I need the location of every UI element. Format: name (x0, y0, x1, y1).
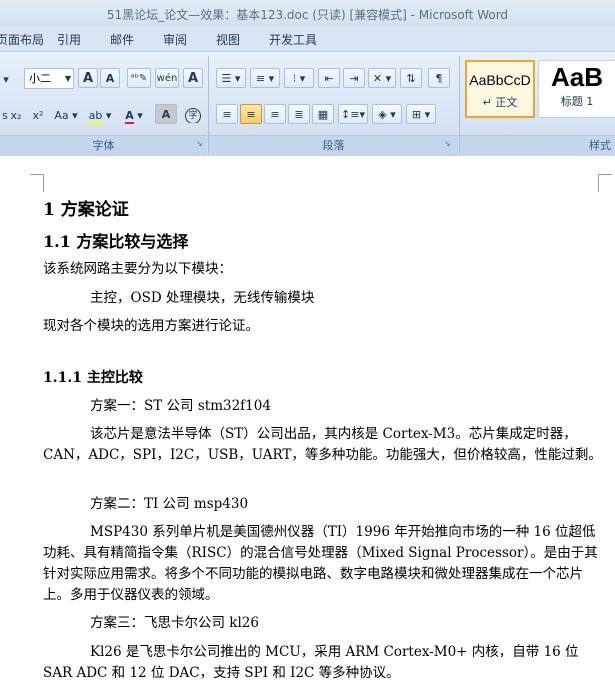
increase-indent-button[interactable]: ⇥ (343, 68, 365, 88)
option-title: 方案二：TI 公司 msp430 (90, 496, 249, 512)
align-right-button[interactable]: ≡ (264, 104, 286, 124)
font-color-button[interactable]: A ▾ (118, 105, 150, 125)
decrease-indent-button[interactable]: ⇤ (318, 68, 340, 88)
shading-button[interactable]: ◈ ▾ (372, 104, 402, 124)
margin-corner-mark (598, 174, 612, 175)
font-color-icon: A (125, 109, 134, 124)
heading-2: 1.1 方案比较与选择 (43, 232, 189, 251)
paragraph-dialog-launcher-icon[interactable]: ↘ (444, 139, 451, 148)
heading-1: 1 方案论证 (43, 200, 129, 220)
show-marks-button[interactable]: ¶ (428, 68, 450, 88)
option-description: MSP430 系列单片机是美国德州仪器（TI）1996 年开始推向市场的一种 1… (43, 524, 598, 603)
paint-bucket-icon: ◈ ▾ (378, 108, 396, 121)
ribbon-tabs: 页面布局 引用 邮件 审阅 视图 开发工具 (0, 26, 615, 51)
heading-3: 1.1.1 主控比较 (43, 370, 143, 386)
style-normal[interactable]: AaBbCcD ↵ 正文 (465, 60, 535, 118)
chinese-layout-button[interactable]: ✕ ▾ (368, 68, 396, 88)
option-title: 方案一：ST 公司 stm32f104 (90, 398, 271, 414)
line-spacing-button[interactable]: ↕≡▾ (338, 104, 368, 124)
font-size-value: 小二 (29, 72, 51, 85)
eraser-icon: ᵃᵇ✎ (130, 73, 148, 84)
style-heading-1[interactable]: AaB 标题 1 (538, 60, 615, 118)
style-name: 标题 1 (560, 95, 594, 108)
align-right-icon: ≡ (270, 108, 280, 121)
decrease-indent-icon: ⇤ (324, 72, 334, 85)
bullet-list-icon: ☰ ▾ (221, 72, 241, 85)
borders-button[interactable]: ⊞ ▾ (406, 104, 436, 124)
highlight-button[interactable]: ab ▾ (84, 105, 116, 125)
tab-review[interactable]: 审阅 (163, 31, 187, 48)
paragraph: 主控，OSD 处理模块，无线传输模块 (90, 290, 315, 306)
paragraph-group-label: 段落 (209, 135, 458, 156)
margin-corner-mark (30, 174, 43, 175)
tab-mailings[interactable]: 邮件 (110, 31, 134, 48)
border-icon: ⊞ ▾ (411, 108, 431, 121)
align-center-icon: ≡ (246, 108, 256, 121)
option-description: Kl26 是飞思卡尔公司推出的 MCU，采用 ARM Cortex-M0+ 内核… (43, 644, 579, 681)
chinese-layout-icon: ✕ ▾ (372, 72, 392, 85)
character-border-button[interactable]: A (183, 68, 203, 88)
justify-button[interactable]: ≣ (288, 104, 310, 124)
distributed-icon: ▦ (317, 108, 329, 121)
highlight-icon: ab (88, 109, 103, 124)
subscript-button[interactable]: x₂ (6, 105, 26, 125)
style-name: ↵ 正文 (482, 96, 518, 109)
tab-references[interactable]: 引用 (57, 31, 81, 48)
tab-view[interactable]: 视图 (216, 31, 240, 48)
numbered-list-icon: ≡ ▾ (255, 72, 275, 85)
font-dialog-launcher-icon[interactable]: ↘ (196, 139, 203, 148)
font-size-combo[interactable]: 小二 ▼ (24, 68, 74, 89)
shrink-font-button[interactable]: A (100, 68, 120, 88)
margin-corner-mark (43, 174, 44, 192)
character-shading-button[interactable]: A (155, 104, 177, 124)
tab-page-layout[interactable]: 页面布局 (0, 31, 44, 48)
clear-format-button[interactable]: ᵃᵇ✎ (127, 68, 151, 88)
justify-icon: ≣ (294, 108, 304, 121)
change-case-button[interactable]: Aa ▾ (52, 105, 80, 125)
styles-group-label: 样式 (460, 135, 615, 155)
enclose-character-button[interactable]: 字 (182, 104, 204, 124)
numbering-button[interactable]: ≡ ▾ (250, 68, 280, 88)
margin-corner-mark (598, 174, 599, 192)
align-left-icon: ≡ (222, 108, 232, 121)
bullets-button[interactable]: ☰ ▾ (216, 68, 246, 88)
paragraph: 现对各个模块的选用方案进行论证。 (43, 318, 259, 334)
font-name-dropdown-arrow[interactable]: ▾ (0, 69, 12, 89)
font-group-label: 字体 (0, 135, 207, 156)
tab-developer[interactable]: 开发工具 (269, 31, 317, 48)
sort-icon: ⇅ (406, 72, 416, 85)
chevron-down-icon: ▼ (64, 74, 71, 83)
sort-button[interactable]: ⇅ (400, 68, 422, 88)
multilevel-list-icon: ⁝ ▾ (292, 72, 306, 85)
superscript-button[interactable]: x² (28, 105, 48, 125)
pilcrow-icon: ¶ (435, 72, 443, 85)
phonetic-guide-button[interactable]: wén (155, 68, 179, 88)
align-left-button[interactable]: ≡ (216, 104, 238, 124)
window-title: 51黑论坛_论文—效果：基本123.doc (只读) [兼容模式] - Micr… (106, 8, 509, 22)
paragraph: 该系统网路主要分为以下模块： (43, 261, 232, 277)
title-bar: 51黑论坛_论文—效果：基本123.doc (只读) [兼容模式] - Micr… (0, 0, 615, 26)
enclose-icon: 字 (185, 108, 201, 123)
align-center-button[interactable]: ≡ (240, 104, 262, 124)
style-preview: AaBbCcD (469, 72, 531, 88)
option-description: 该芯片是意法半导体（ST）公司出品，其内核是 Cortex-M3。芯片集成定时器… (43, 426, 602, 463)
grow-font-button[interactable]: A (78, 68, 98, 88)
line-spacing-icon: ↕≡▾ (341, 108, 365, 121)
distributed-button[interactable]: ▦ (312, 104, 334, 124)
option-title: 方案三：飞思卡尔公司 kl26 (90, 615, 259, 631)
increase-indent-icon: ⇥ (349, 72, 359, 85)
style-preview: AaB (550, 62, 603, 92)
multilevel-list-button[interactable]: ⁝ ▾ (284, 68, 314, 88)
